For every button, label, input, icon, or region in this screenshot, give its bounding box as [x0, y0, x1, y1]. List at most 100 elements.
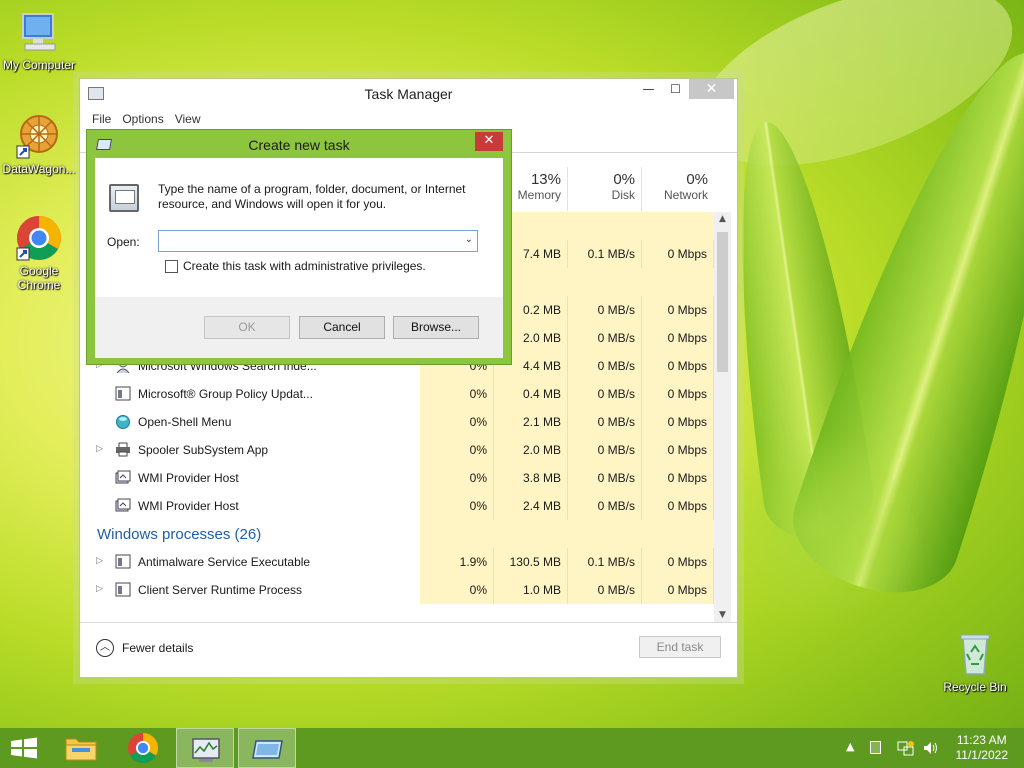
- recycle-bin-icon: [951, 630, 999, 678]
- chevron-down-icon[interactable]: ⌄: [465, 234, 473, 245]
- scroll-down-icon[interactable]: ▼: [714, 610, 731, 620]
- taskbar-run-dialog[interactable]: [238, 728, 296, 768]
- cell-network: 0 Mbps: [642, 548, 714, 576]
- cell-cpu: 0%: [420, 380, 494, 408]
- open-combobox[interactable]: ⌄: [158, 230, 478, 252]
- desktop-icon-label: DataWagon...: [2, 162, 76, 176]
- dialog-body: Type the name of a program, folder, docu…: [95, 158, 503, 358]
- chrome-icon: [128, 733, 159, 764]
- scrollbar-thumb[interactable]: [717, 232, 728, 372]
- menu-options[interactable]: Options: [122, 109, 170, 131]
- dialog-title: Create new task: [248, 137, 350, 153]
- close-button[interactable]: ✕: [689, 79, 734, 99]
- table-row[interactable]: ▷ Client Server Runtime Process 0% 1.0 M…: [80, 576, 714, 604]
- table-row[interactable]: Microsoft® Group Policy Updat... 0% 0.4 …: [80, 380, 714, 408]
- expand-chevron-icon[interactable]: ▷: [96, 583, 103, 594]
- cell-network: 0 Mbps: [642, 240, 714, 268]
- run-icon: [109, 184, 139, 212]
- process-name: Antimalware Service Executable: [138, 555, 311, 569]
- menu-bar: File Options View: [80, 109, 737, 131]
- vertical-scrollbar[interactable]: ▲ ▼: [714, 212, 731, 622]
- cell-cpu: 0%: [420, 408, 494, 436]
- network-icon[interactable]: [897, 739, 915, 760]
- dialog-titlebar[interactable]: Create new task ✕: [87, 130, 511, 158]
- cell-network: 0 Mbps: [642, 324, 714, 352]
- taskbar-file-explorer[interactable]: [52, 728, 110, 768]
- cell-cpu: 0%: [420, 464, 494, 492]
- desktop-icon-recycle-bin[interactable]: Recycle Bin: [936, 630, 1014, 694]
- cell-disk: 0 MB/s: [568, 408, 642, 436]
- task-manager-icon: [192, 738, 220, 762]
- ok-button[interactable]: OK: [204, 316, 290, 339]
- cell-network: 0 Mbps: [642, 492, 714, 520]
- expand-chevron-icon[interactable]: ▷: [96, 555, 103, 566]
- table-row[interactable]: ▷ Spooler SubSystem App 0% 2.0 MB 0 MB/s…: [80, 436, 714, 464]
- clock-time: 11:23 AM: [956, 733, 1007, 747]
- table-row[interactable]: ▷ Antimalware Service Executable 1.9% 13…: [80, 548, 714, 576]
- volume-icon[interactable]: [922, 739, 940, 760]
- cell-memory: 2.4 MB: [494, 492, 568, 520]
- computer-icon: [15, 8, 63, 56]
- cell-memory: 130.5 MB: [494, 548, 568, 576]
- cell-network: 0 Mbps: [642, 576, 714, 604]
- clock-date: 11/1/2022: [955, 748, 1009, 762]
- start-button[interactable]: [0, 728, 48, 768]
- column-header-network[interactable]: 0% Network: [642, 167, 714, 211]
- table-row[interactable]: Open-Shell Menu 0% 2.1 MB 0 MB/s 0 Mbps: [80, 408, 714, 436]
- admin-privileges-label: Create this task with administrative pri…: [183, 259, 426, 273]
- maximize-button[interactable]: ☐: [662, 79, 689, 99]
- cell-cpu: 1.9%: [420, 548, 494, 576]
- menu-view[interactable]: View: [175, 109, 208, 131]
- minimize-button[interactable]: —: [635, 79, 662, 99]
- app-window-icon: [115, 554, 131, 569]
- checkbox-box[interactable]: [165, 259, 178, 273]
- taskbar-chrome[interactable]: [114, 728, 172, 768]
- open-input[interactable]: [159, 231, 449, 251]
- admin-privileges-checkbox[interactable]: Create this task with administrative pri…: [165, 259, 426, 273]
- column-header-disk[interactable]: 0% Disk: [568, 167, 642, 211]
- end-task-button[interactable]: End task: [639, 636, 721, 658]
- taskbar-clock[interactable]: 11:23 AM 11/1/2022: [956, 733, 1009, 763]
- folder-icon: [65, 738, 97, 761]
- dialog-close-button[interactable]: ✕: [475, 132, 503, 151]
- cell-network: 0 Mbps: [642, 296, 714, 324]
- cell-disk: 0 MB/s: [568, 324, 642, 352]
- table-row[interactable]: WMI Provider Host 0% 3.8 MB 0 MB/s 0 Mbp…: [80, 464, 714, 492]
- group-row-filler: [420, 520, 714, 548]
- task-manager-footer: ︿ Fewer details End task: [80, 622, 737, 677]
- action-center-icon[interactable]: [870, 741, 881, 754]
- dialog-description: Type the name of a program, folder, docu…: [158, 182, 466, 211]
- process-name: WMI Provider Host: [138, 499, 239, 513]
- chevron-up-icon: ︿: [96, 639, 114, 657]
- desktop-icon-google-chrome[interactable]: Google Chrome: [0, 214, 78, 292]
- process-name: Open-Shell Menu: [138, 415, 232, 429]
- browse-button[interactable]: Browse...: [393, 316, 479, 339]
- cancel-button[interactable]: Cancel: [299, 316, 385, 339]
- task-manager-titlebar[interactable]: Task Manager — ☐ ✕: [80, 79, 737, 109]
- fewer-details-label: Fewer details: [122, 641, 194, 655]
- desktop-icon-label: My Computer: [2, 58, 76, 72]
- disk-label: Disk: [611, 188, 635, 202]
- desktop-icon-datawagon[interactable]: DataWagon...: [0, 112, 78, 176]
- disk-percent: 0%: [613, 171, 635, 188]
- open-label: Open:: [107, 235, 140, 249]
- cell-memory: 0.4 MB: [494, 380, 568, 408]
- expand-chevron-icon[interactable]: ▷: [96, 443, 103, 454]
- fewer-details-link[interactable]: ︿ Fewer details: [96, 639, 193, 657]
- scroll-up-icon[interactable]: ▲: [714, 214, 731, 224]
- group-header-windows-processes[interactable]: Windows processes (26): [97, 526, 261, 543]
- desktop-icon-my-computer[interactable]: My Computer: [0, 8, 78, 72]
- chrome-icon: [15, 214, 63, 262]
- cell-disk: 0 MB/s: [568, 492, 642, 520]
- cell-memory: 2.1 MB: [494, 408, 568, 436]
- menu-file[interactable]: File: [92, 109, 118, 131]
- cell-disk: 0 MB/s: [568, 576, 642, 604]
- process-name: WMI Provider Host: [138, 471, 239, 485]
- taskbar-task-manager[interactable]: [176, 728, 234, 768]
- cell-disk: 0.1 MB/s: [568, 548, 642, 576]
- table-row[interactable]: WMI Provider Host 0% 2.4 MB 0 MB/s 0 Mbp…: [80, 492, 714, 520]
- show-hidden-icons[interactable]: ▲: [846, 740, 854, 753]
- cell-disk: 0 MB/s: [568, 352, 642, 380]
- cell-network: 0 Mbps: [642, 436, 714, 464]
- cell-disk: 0 MB/s: [568, 436, 642, 464]
